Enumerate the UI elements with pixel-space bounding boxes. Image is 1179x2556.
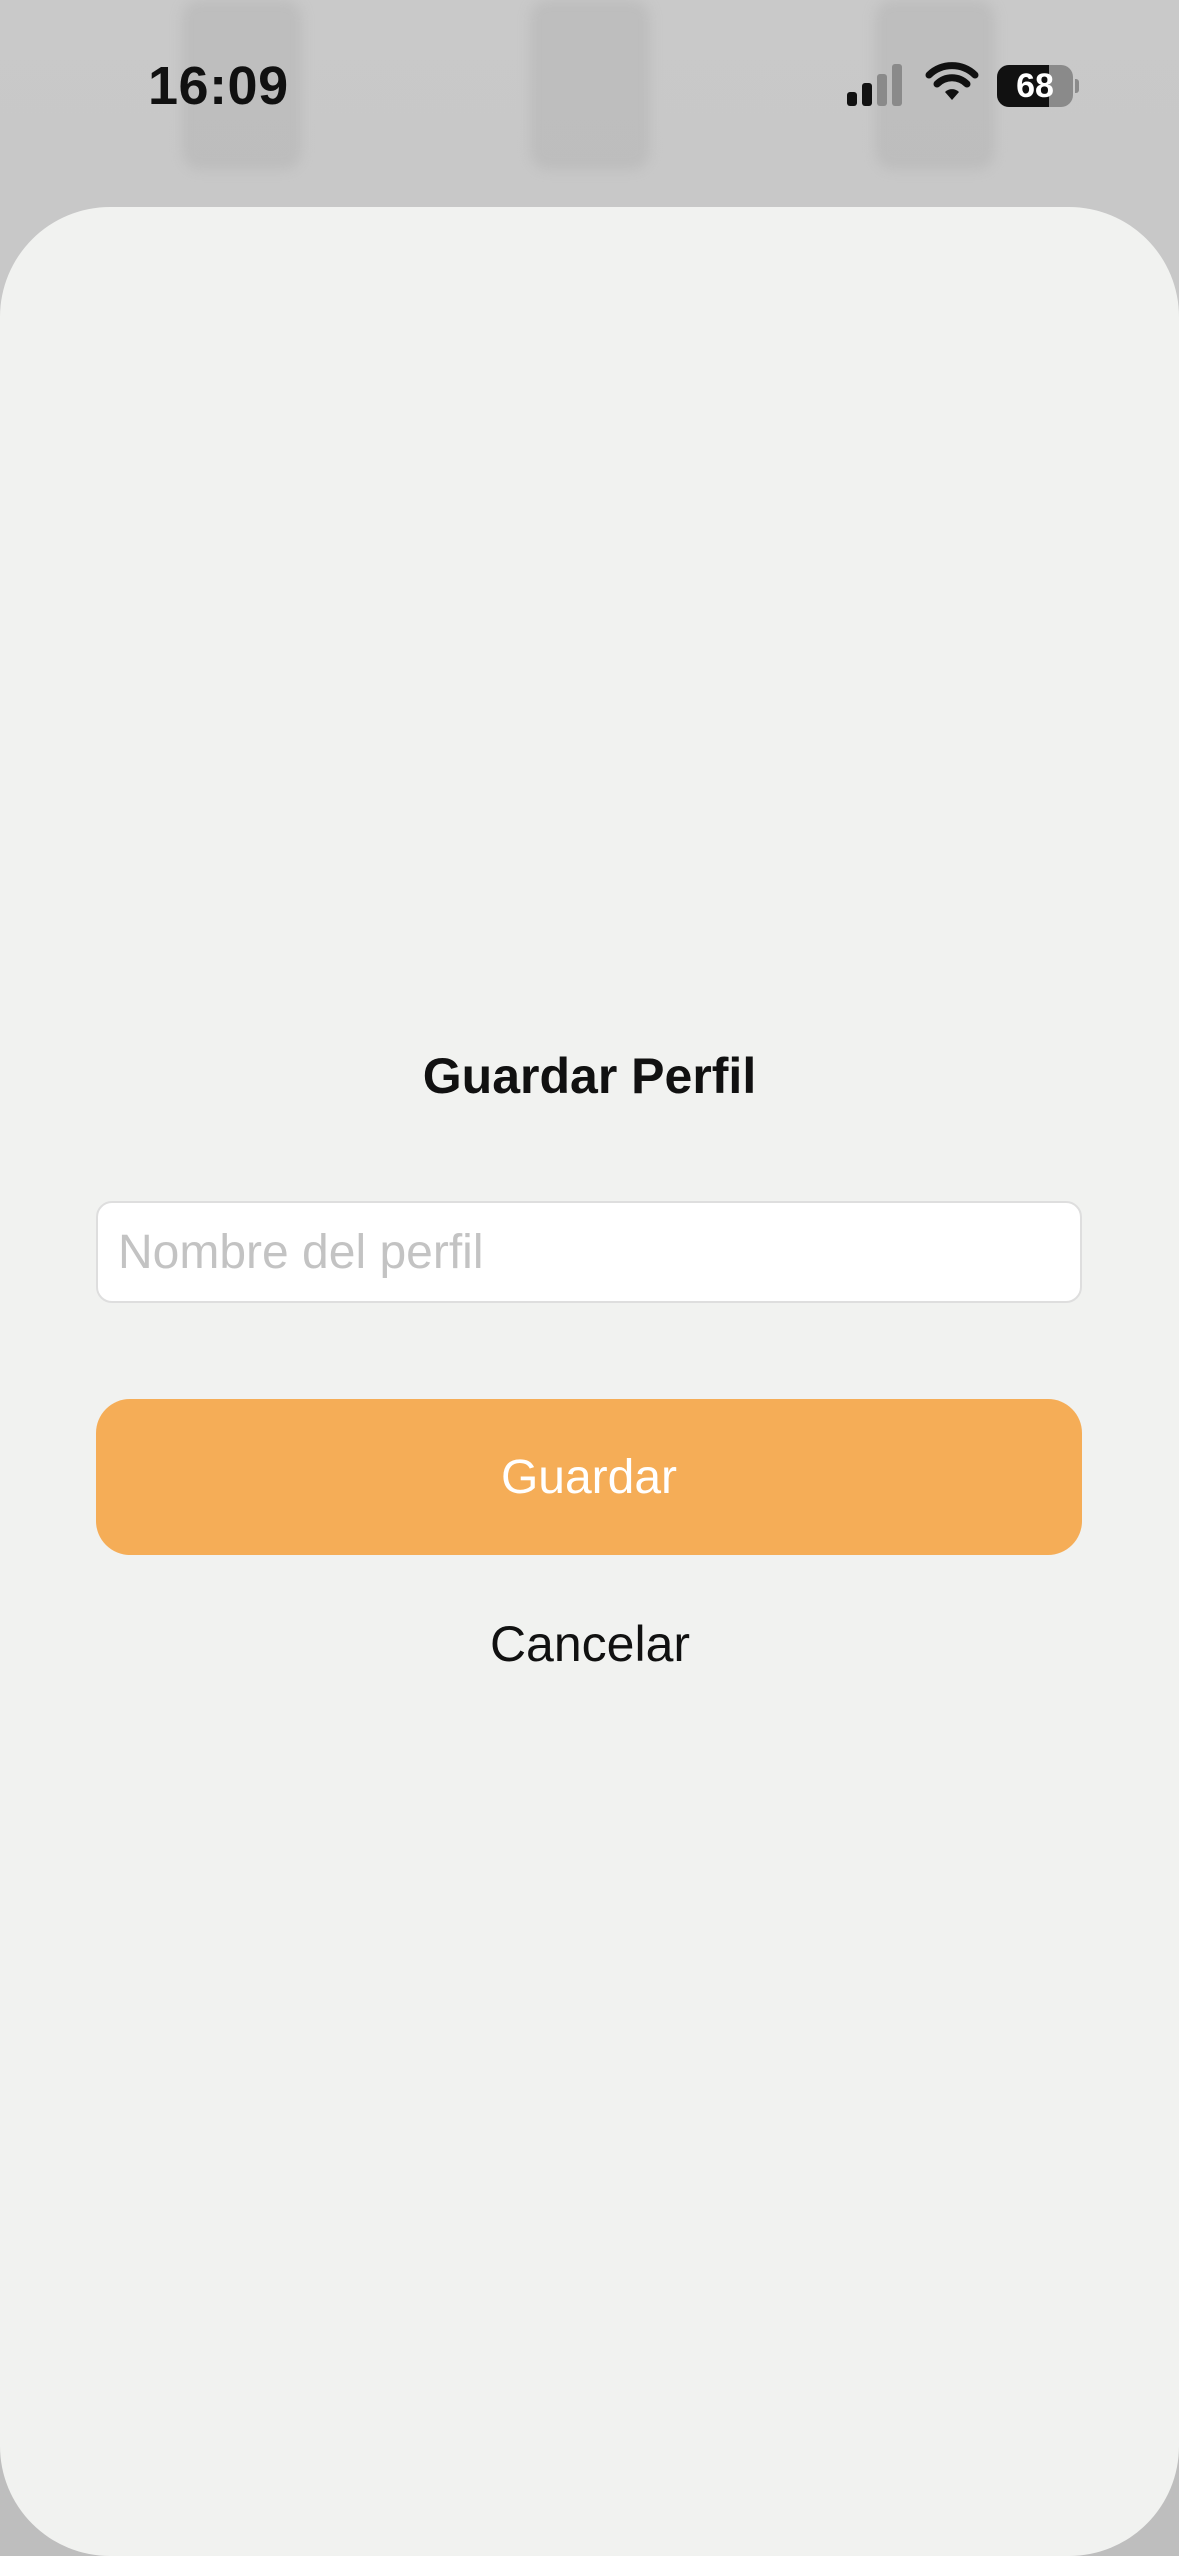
cancel-button[interactable]: Cancelar [390, 1599, 790, 1689]
dialog-title: Guardar Perfil [422, 1048, 757, 1104]
battery-icon: 68 [997, 65, 1079, 107]
battery-cap [1075, 79, 1079, 93]
status-bar: 16:09 68 [0, 0, 1179, 175]
wifi-icon [925, 62, 979, 100]
save-profile-sheet: Guardar Perfil Guardar Cancelar [0, 207, 1179, 2556]
save-button[interactable]: Guardar [96, 1399, 1082, 1555]
status-time: 16:09 [148, 56, 289, 116]
cellular-signal-icon [847, 64, 902, 106]
battery-level: 68 [1016, 67, 1054, 105]
battery-body: 68 [997, 65, 1073, 107]
profile-name-input[interactable] [96, 1201, 1082, 1303]
